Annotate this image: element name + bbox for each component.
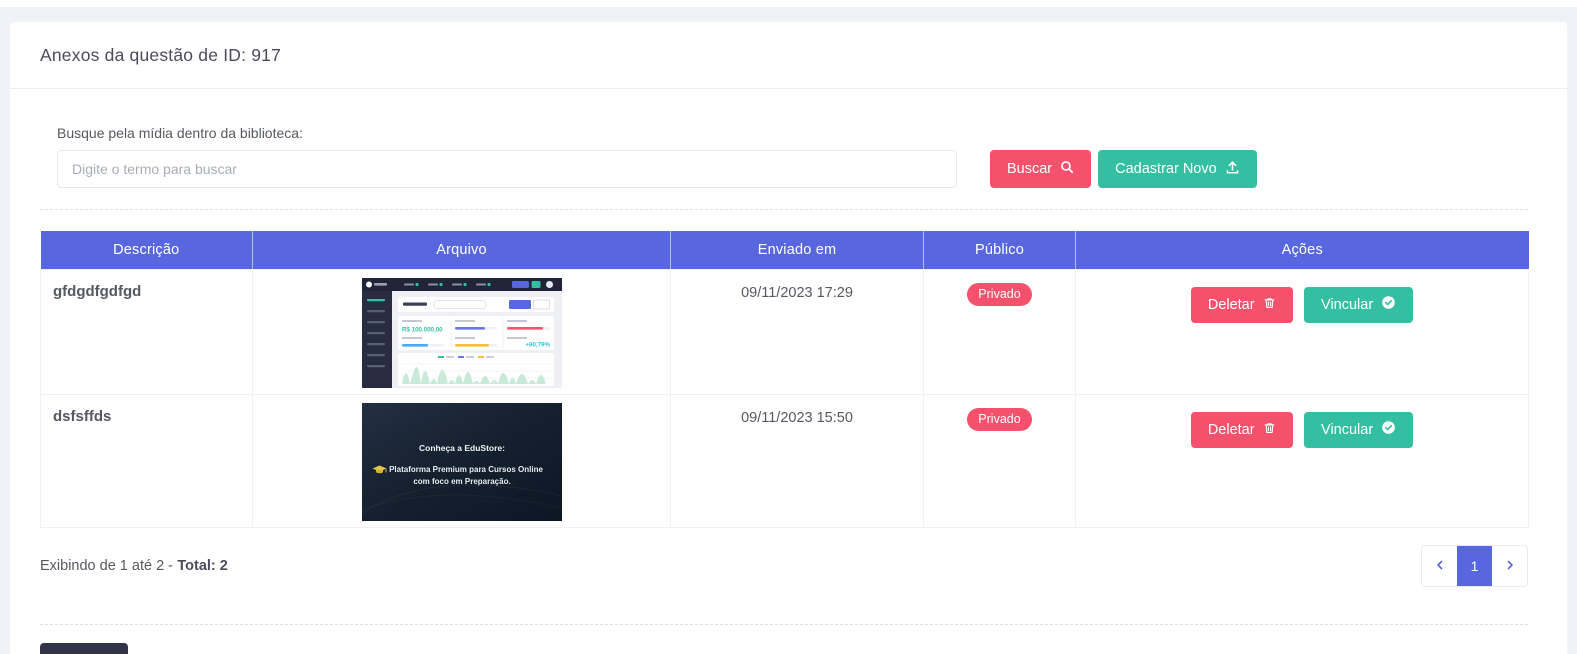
top-strip: [0, 0, 1577, 7]
thumbnail-metric-value: R$ 100.000,00: [402, 326, 443, 333]
search-label: Busque pela mídia dentro da biblioteca:: [57, 125, 1538, 141]
column-header-descricao: Descrição: [41, 231, 253, 269]
attachment-actions-cell: Deletar Vincular: [1076, 269, 1529, 394]
delete-button-label: Deletar: [1208, 422, 1255, 438]
status-badge: Privado: [967, 283, 1031, 306]
attachment-visibility-cell: Privado: [924, 394, 1076, 527]
chevron-right-icon: [1504, 558, 1516, 574]
attachment-thumbnail-cell: Conheça a EduStore: Plataforma Premium p…: [253, 394, 671, 527]
attachment-uploaded-at: 09/11/2023 15:50: [671, 394, 924, 527]
attachment-actions-cell: Deletar Vincular: [1076, 394, 1529, 527]
results-summary-prefix: Exibindo de 1 até 2 -: [40, 558, 173, 574]
link-button[interactable]: Vincular: [1304, 287, 1413, 323]
search-icon: [1060, 160, 1074, 178]
delete-button-label: Deletar: [1208, 297, 1255, 313]
trash-icon: [1263, 296, 1276, 314]
table-row: dsfsffds: [41, 394, 1529, 527]
attachments-card: Anexos da questão de ID: 917 Busque pela…: [10, 22, 1567, 654]
slide-line-3: com foco em Preparação.: [413, 477, 510, 486]
link-button-label: Vincular: [1321, 297, 1373, 313]
divider: [40, 624, 1528, 625]
attachment-thumbnail-cell: R$ 100.000,00 +90,79%: [253, 269, 671, 394]
pagination: 1: [1421, 545, 1528, 587]
status-badge: Privado: [967, 408, 1031, 431]
table-header: Descrição Arquivo Enviado em Público Açõ…: [41, 231, 1529, 269]
table-row: gfdgdfgdfgd: [41, 269, 1529, 394]
search-button[interactable]: Buscar: [990, 150, 1091, 188]
check-circle-icon: [1381, 420, 1396, 439]
column-header-enviado-em: Enviado em: [671, 231, 924, 269]
link-button-label: Vincular: [1321, 422, 1373, 438]
pagination-next-button[interactable]: [1492, 546, 1527, 586]
pagination-page-1[interactable]: 1: [1457, 546, 1492, 586]
results-summary: Exibindo de 1 até 2 -Total: 2: [40, 558, 228, 574]
thumbnail-metric-percent: +90,79%: [525, 341, 550, 348]
register-new-button[interactable]: Cadastrar Novo: [1098, 150, 1257, 188]
table-footer: Exibindo de 1 até 2 -Total: 2 1: [40, 545, 1528, 587]
search-button-label: Buscar: [1007, 161, 1052, 177]
search-row: Buscar Cadastrar Novo: [57, 150, 1538, 188]
chevron-left-icon: [1434, 558, 1446, 574]
attachment-visibility-cell: Privado: [924, 269, 1076, 394]
attachment-description: dsfsffds: [41, 394, 253, 527]
attachments-table: Descrição Arquivo Enviado em Público Açõ…: [40, 231, 1529, 528]
card-header: Anexos da questão de ID: 917: [10, 22, 1567, 89]
link-button[interactable]: Vincular: [1304, 412, 1413, 448]
pagination-prev-button[interactable]: [1422, 546, 1457, 586]
upload-icon: [1225, 160, 1240, 179]
slide-line-1: Conheça a EduStore:: [419, 443, 505, 453]
bottom-partial-button[interactable]: [40, 643, 128, 654]
card-body: Busque pela mídia dentro da biblioteca: …: [10, 125, 1567, 654]
column-header-arquivo: Arquivo: [253, 231, 671, 269]
attachment-thumbnail-slide: Conheça a EduStore: Plataforma Premium p…: [253, 403, 670, 521]
register-new-button-label: Cadastrar Novo: [1115, 161, 1217, 177]
trash-icon: [1263, 421, 1276, 439]
delete-button[interactable]: Deletar: [1191, 287, 1293, 323]
results-summary-total: Total: 2: [177, 558, 227, 574]
page-title: Anexos da questão de ID: 917: [40, 45, 281, 66]
column-header-acoes: Ações: [1076, 231, 1529, 269]
search-input[interactable]: [57, 150, 957, 188]
media-search-section: Busque pela mídia dentro da biblioteca: …: [57, 125, 1538, 188]
delete-button[interactable]: Deletar: [1191, 412, 1293, 448]
attachment-uploaded-at: 09/11/2023 17:29: [671, 269, 924, 394]
divider: [40, 209, 1528, 210]
column-header-publico: Público: [924, 231, 1076, 269]
slide-line-2: Plataforma Premium para Cursos Online: [389, 465, 543, 474]
check-circle-icon: [1381, 295, 1396, 314]
attachment-thumbnail-dashboard: R$ 100.000,00 +90,79%: [253, 278, 670, 388]
attachment-description: gfdgdfgdfgd: [41, 269, 253, 394]
